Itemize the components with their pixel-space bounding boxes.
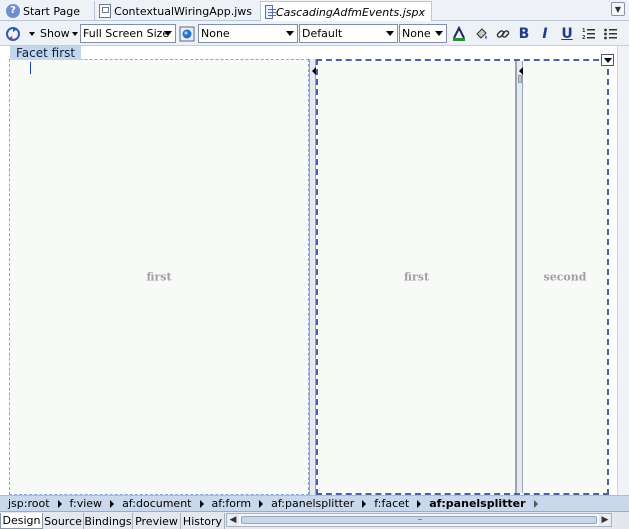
bulleted-list-icon[interactable] — [602, 24, 620, 43]
facet-first-pane[interactable]: first — [9, 59, 309, 495]
breadcrumb-current[interactable]: af:panelsplitter — [429, 497, 525, 510]
text-caret — [30, 62, 31, 74]
preview-in-browser-icon[interactable] — [178, 24, 196, 43]
breadcrumb-item[interactable]: jsp:root — [8, 497, 50, 510]
breadcrumb-item[interactable]: af:panelsplitter — [271, 497, 354, 510]
svg-text:1: 1 — [582, 28, 586, 34]
vertical-scrollbar[interactable] — [617, 46, 629, 495]
font-size-select[interactable]: None — [399, 24, 447, 43]
show-menu-button[interactable]: Show — [40, 24, 78, 43]
panel-splitter-handle[interactable] — [309, 59, 316, 495]
horizontal-scrollbar[interactable]: ◀ ▶ — [226, 513, 612, 527]
visual-editor-toolbar: Show Full Screen Size None Default None … — [0, 21, 629, 46]
breadcrumb-item[interactable]: af:form — [212, 497, 252, 510]
inner-panel-splitter-handle[interactable] — [516, 61, 523, 493]
tab-list-dropdown-button[interactable]: ▼ — [611, 2, 625, 16]
tab-label: Start Page — [23, 4, 80, 18]
tab-cascading-adfm-events[interactable]: CascadingAdfmEvents.jspx — [260, 1, 432, 22]
tab-label: ContextualWiringApp.jws — [114, 4, 252, 18]
breadcrumb-item[interactable]: af:document — [122, 497, 191, 510]
chevron-right-icon — [417, 499, 422, 508]
chevron-down-icon — [71, 31, 78, 36]
jspx-file-icon — [265, 5, 276, 19]
editor-tab-bar: ? Start Page ContextualWiringApp.jws Cas… — [0, 0, 629, 22]
chevron-down-icon — [435, 31, 443, 36]
pane-label: second — [543, 270, 587, 284]
chevron-right-icon — [57, 499, 62, 508]
tab-start-page[interactable]: ? Start Page — [2, 1, 92, 21]
tab-preview[interactable]: Preview — [133, 513, 181, 529]
breadcrumb-item[interactable]: f:view — [70, 497, 103, 510]
scroll-left-icon[interactable]: ◀ — [227, 514, 239, 526]
editor-view-tabs: Design Source Bindings Preview History ◀… — [0, 511, 629, 529]
bold-button[interactable]: B — [515, 24, 533, 43]
breadcrumb: jsp:root f:view af:document af:form af:p… — [0, 495, 629, 511]
splitter-grip[interactable] — [518, 75, 522, 83]
start-page-icon: ? — [6, 4, 20, 18]
chevron-right-icon — [199, 499, 204, 508]
tab-history[interactable]: History — [181, 513, 225, 529]
facet-label: Facet first — [10, 46, 82, 60]
chevron-down-icon — [603, 57, 612, 63]
chevron-down-icon — [286, 31, 294, 36]
svg-text:2: 2 — [582, 35, 586, 41]
breadcrumb-item[interactable]: f:facet — [374, 497, 409, 510]
pane-label: first — [146, 270, 172, 284]
inner-facet-first-pane[interactable]: first — [318, 61, 516, 493]
scroll-right-icon[interactable]: ▶ — [599, 514, 611, 526]
chevron-right-icon — [110, 499, 115, 508]
chevron-right-icon — [259, 499, 264, 508]
refresh-icon[interactable] — [4, 24, 22, 43]
chevron-right-icon — [362, 499, 367, 508]
tab-bindings[interactable]: Bindings — [84, 513, 133, 529]
chevron-down-icon — [386, 31, 394, 36]
tab-design[interactable]: Design — [0, 513, 43, 529]
inner-facet-second-pane[interactable]: second — [523, 61, 607, 493]
italic-button[interactable]: I — [536, 24, 554, 43]
font-family-select[interactable]: Default — [299, 24, 398, 43]
style-class-select[interactable]: None — [198, 24, 298, 43]
tab-source[interactable]: Source — [43, 513, 84, 529]
grip-icon — [418, 519, 422, 521]
design-canvas[interactable]: first Facet first first second — [0, 46, 629, 495]
screen-size-select[interactable]: Full Screen Size — [80, 24, 176, 43]
chevron-right-icon[interactable] — [533, 499, 538, 508]
pane-label: first — [403, 270, 430, 284]
underline-button[interactable]: U — [558, 24, 576, 43]
tab-contextual-wiring-app[interactable]: ContextualWiringApp.jws — [94, 1, 258, 21]
component-menu-button[interactable] — [601, 54, 614, 66]
workspace-icon — [99, 4, 112, 18]
tab-label: CascadingAdfmEvents.jspx — [275, 5, 425, 19]
numbered-list-icon[interactable]: 12 — [580, 24, 598, 43]
link-icon[interactable] — [494, 24, 512, 43]
scrollbar-thumb[interactable] — [241, 516, 597, 524]
refresh-dropdown-icon[interactable] — [27, 24, 35, 43]
font-color-icon[interactable] — [450, 24, 468, 43]
background-color-icon[interactable] — [472, 24, 490, 43]
chevron-down-icon — [164, 31, 172, 36]
